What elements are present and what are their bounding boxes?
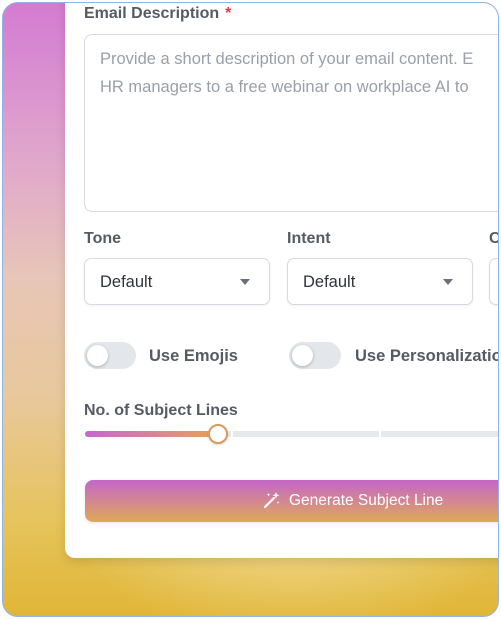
intent-select[interactable]: Default [287,258,473,305]
slider-thumb[interactable] [208,424,228,444]
subject-lines-label: No. of Subject Lines [84,402,238,419]
app-frame: Email Description * Provide a short descr… [2,2,499,617]
third-select[interactable] [489,258,498,305]
slider-fill [85,431,217,437]
use-personalization-label: Use Personalization [355,347,499,365]
slider-step-mark [231,430,233,438]
magic-wand-icon [263,492,280,509]
placeholder-line-1: Provide a short description of your emai… [100,50,474,68]
generate-subject-line-button[interactable]: Generate Subject Line [85,480,498,522]
toggle-knob [87,345,108,366]
tone-select[interactable]: Default [84,258,270,305]
use-emojis-label: Use Emojis [149,347,238,365]
email-description-textarea[interactable]: Provide a short description of your emai… [84,34,498,212]
toggle-knob [292,345,313,366]
use-emojis-toggle[interactable] [84,342,136,369]
intent-label: Intent [287,230,331,247]
slider-step-mark [379,430,381,438]
tone-select-value: Default [100,273,153,291]
form-card: Email Description * Provide a short descr… [65,3,499,558]
placeholder-line-2: HR managers to a free webinar on workpla… [100,78,469,96]
caret-down-icon [240,279,250,285]
email-description-label: Email Description * [84,5,231,23]
required-mark: * [225,5,232,22]
email-description-label-text: Email Description [84,5,220,22]
tone-label: Tone [84,230,122,247]
subject-lines-slider[interactable] [85,430,498,438]
caret-down-icon [443,279,453,285]
generate-button-label: Generate Subject Line [289,492,444,509]
third-field-label: C [489,230,498,248]
intent-select-value: Default [303,273,356,291]
use-personalization-toggle[interactable] [289,342,341,369]
